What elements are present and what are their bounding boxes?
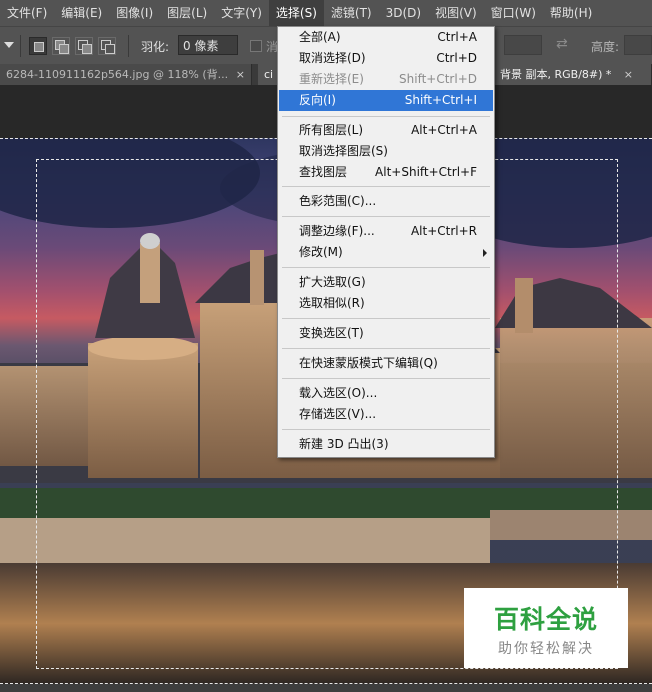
divider — [20, 35, 21, 57]
watermark-subtitle: 助你轻松解决 — [498, 641, 594, 657]
divider — [128, 35, 129, 57]
menu-filter[interactable]: 滤镜(T) — [324, 0, 379, 26]
tool-preset-picker-icon[interactable] — [4, 40, 14, 50]
intersect-selection-button[interactable] — [98, 37, 116, 55]
menu-item-load-selection[interactable]: 载入选区(O)... — [279, 383, 493, 404]
feather-label: 羽化: — [141, 40, 170, 54]
menu-separator — [282, 267, 490, 268]
menu-separator — [282, 348, 490, 349]
menu-bar: 文件(F) 编辑(E) 图像(I) 图层(L) 文字(Y) 选择(S) 滤镜(T… — [0, 0, 652, 26]
menu-separator — [282, 186, 490, 187]
menu-window[interactable]: 窗口(W) — [484, 0, 543, 26]
menu-file[interactable]: 文件(F) — [0, 0, 54, 26]
menu-item-transform-selection[interactable]: 变换选区(T) — [279, 323, 493, 344]
width-input[interactable] — [504, 35, 542, 55]
menu-item-all[interactable]: 全部(A) Ctrl+A — [279, 27, 493, 48]
horizontal-scrollbar[interactable] — [0, 684, 652, 692]
tab-label-suffix: 背景 副本, RGB/8#) * — [500, 68, 612, 81]
menu-item-color-range[interactable]: 色彩范围(C)... — [279, 191, 493, 212]
swap-icon[interactable]: ⇄ — [556, 36, 568, 52]
menu-separator — [282, 318, 490, 319]
height-label: 高度: — [591, 40, 620, 54]
new-selection-button[interactable] — [29, 37, 47, 55]
menu-separator — [282, 116, 490, 117]
menu-view[interactable]: 视图(V) — [428, 0, 484, 26]
menu-item-all-layers[interactable]: 所有图层(L) Alt+Ctrl+A — [279, 120, 493, 141]
feather-input[interactable]: 0 像素 — [178, 35, 238, 55]
menu-type[interactable]: 文字(Y) — [214, 0, 269, 26]
menu-item-modify[interactable]: 修改(M) — [279, 242, 493, 263]
submenu-arrow-icon — [483, 249, 487, 257]
menu-item-reselect: 重新选择(E) Shift+Ctrl+D — [299, 72, 477, 86]
menu-item-deselect[interactable]: 取消选择(D) Ctrl+D — [279, 48, 493, 69]
close-icon[interactable]: × — [236, 64, 245, 85]
height-input[interactable] — [624, 35, 652, 55]
menu-item-deselect-layers[interactable]: 取消选择图层(S) — [279, 141, 493, 162]
tab-label: 6284-110911162p564.jpg @ 118% (背... — [6, 68, 229, 81]
menu-separator — [282, 378, 490, 379]
document-tab[interactable]: 6284-110911162p564.jpg @ 118% (背... × — [0, 64, 252, 85]
select-menu-dropdown: 全部(A) Ctrl+A 取消选择(D) Ctrl+D 重新选择(E) Shif… — [277, 26, 495, 458]
menu-item-inverse[interactable]: 反向(I) Shift+Ctrl+I — [279, 90, 493, 111]
close-icon[interactable]: × — [624, 64, 633, 85]
menu-item-find-layers[interactable]: 查找图层 Alt+Shift+Ctrl+F — [279, 162, 493, 183]
menu-item-new-3d-extrusion[interactable]: 新建 3D 凸出(3) — [279, 434, 493, 455]
menu-help[interactable]: 帮助(H) — [543, 0, 599, 26]
menu-item-refine-edge[interactable]: 调整边缘(F)... Alt+Ctrl+R — [279, 221, 493, 242]
menu-separator — [282, 429, 490, 430]
watermark-logo: 百科全说 助你轻松解决 — [464, 588, 628, 668]
menu-select[interactable]: 选择(S) — [268, 0, 324, 26]
menu-separator — [282, 216, 490, 217]
add-to-selection-button[interactable] — [52, 37, 70, 55]
watermark-title: 百科全说 — [493, 605, 598, 634]
menu-item-save-selection[interactable]: 存储选区(V)... — [279, 404, 493, 425]
menu-layer[interactable]: 图层(L) — [160, 0, 214, 26]
menu-edit[interactable]: 编辑(E) — [54, 0, 109, 26]
menu-3d[interactable]: 3D(D) — [379, 0, 428, 26]
tab-label: ci — [264, 68, 274, 81]
menu-image[interactable]: 图像(I) — [109, 0, 160, 26]
menu-item-grow[interactable]: 扩大选取(G) — [279, 272, 493, 293]
menu-item-quick-mask[interactable]: 在快速蒙版模式下编辑(Q) — [279, 353, 493, 374]
subtract-from-selection-button[interactable] — [75, 37, 93, 55]
menu-item-similar[interactable]: 选取相似(R) — [279, 293, 493, 314]
anti-alias-checkbox[interactable] — [250, 40, 262, 52]
